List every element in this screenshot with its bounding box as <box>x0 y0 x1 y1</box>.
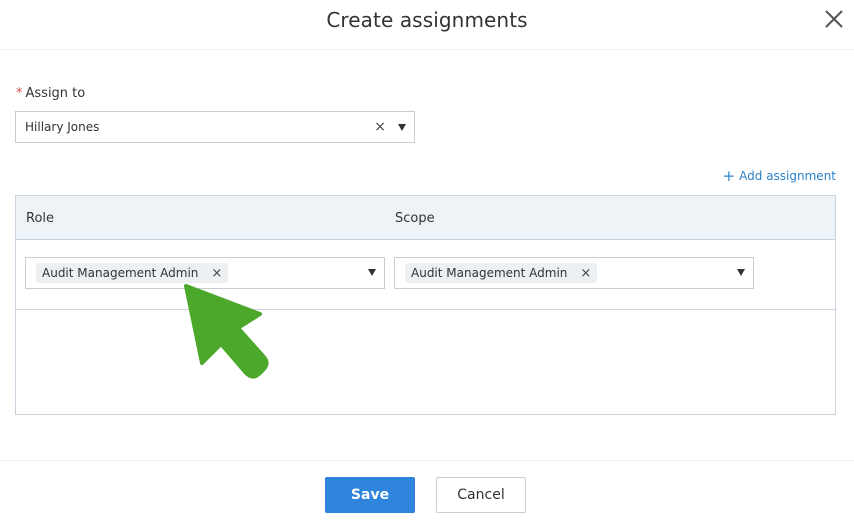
cancel-button[interactable]: Cancel <box>436 477 526 513</box>
dialog-header: Create assignments <box>0 0 854 50</box>
assign-to-value: Hillary Jones <box>25 120 100 134</box>
assignments-table: Role Scope Audit Management Admin × Audit… <box>15 195 836 415</box>
required-marker: * <box>16 86 23 101</box>
table-row: Audit Management Admin × Audit Management… <box>16 240 835 310</box>
remove-role-tag-icon[interactable]: × <box>211 266 222 281</box>
chevron-down-icon[interactable] <box>398 124 406 131</box>
scope-tag: Audit Management Admin × <box>405 263 598 283</box>
assign-to-select[interactable]: Hillary Jones × <box>15 111 415 143</box>
add-assignment-label: Add assignment <box>739 169 836 183</box>
plus-icon: + <box>722 167 736 185</box>
column-header-role: Role <box>26 211 55 226</box>
assign-to-label-text: Assign to <box>25 86 86 101</box>
role-tag-label: Audit Management Admin <box>42 266 199 280</box>
chevron-down-icon[interactable] <box>368 269 376 276</box>
table-header: Role Scope <box>16 196 835 240</box>
close-button[interactable] <box>822 7 846 31</box>
save-button[interactable]: Save <box>325 477 415 513</box>
dialog-title: Create assignments <box>326 8 528 32</box>
dialog-footer: Save Cancel <box>0 460 854 525</box>
annotation-arrow-icon <box>184 284 269 379</box>
remove-scope-tag-icon[interactable]: × <box>580 266 591 281</box>
chevron-down-icon[interactable] <box>737 269 745 276</box>
close-icon <box>825 10 843 28</box>
scope-tag-label: Audit Management Admin <box>411 266 568 280</box>
scope-select[interactable]: Audit Management Admin × <box>394 257 754 289</box>
assign-to-label: * Assign to <box>16 86 85 101</box>
add-assignment-link[interactable]: + Add assignment <box>723 167 836 185</box>
role-tag: Audit Management Admin × <box>36 263 229 283</box>
column-header-scope: Scope <box>395 211 435 226</box>
clear-icon[interactable]: × <box>374 119 386 135</box>
